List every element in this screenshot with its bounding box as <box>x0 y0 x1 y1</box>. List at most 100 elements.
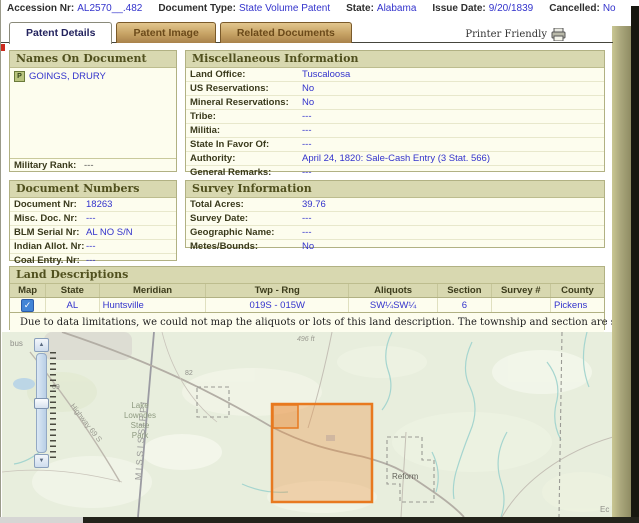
field-row: Survey Date: --- <box>186 212 604 226</box>
page-background-strip <box>612 26 631 517</box>
section-highlight[interactable] <box>272 404 299 429</box>
state-cell: AL <box>45 297 100 312</box>
field-value: No <box>302 83 315 94</box>
field-label: Total Acres: <box>190 199 244 210</box>
printer-icon <box>551 28 566 41</box>
tab-patent-image[interactable]: Patent Image <box>116 22 216 43</box>
state-value: Alabama <box>376 3 417 14</box>
patentee-row: P GOINGS, DRURY <box>10 68 176 85</box>
meridian-cell: Huntsville <box>99 297 207 312</box>
field-value: --- <box>302 213 312 224</box>
issuedate-field: Issue Date: 9/20/1839 <box>432 3 533 14</box>
col-section: Section <box>437 284 492 298</box>
field-row: US Reservations: No <box>186 82 604 96</box>
field-value: --- <box>86 241 96 252</box>
survey-cell <box>491 297 551 312</box>
land-table-header-row: Map State Meridian Twp - Rng Aliquots Se… <box>10 284 604 298</box>
map-canvas[interactable]: bus 496 ft 82 69 Highway 69 S Lake Lownd… <box>2 332 613 517</box>
field-value: AL NO S/N <box>86 227 133 238</box>
issuedate-label: Issue Date: <box>432 3 486 14</box>
col-twp-rng: Twp - Rng <box>205 284 350 298</box>
field-value: April 24, 1820: Sale-Cash Entry (3 Stat.… <box>302 153 490 164</box>
field-value: --- <box>302 167 312 178</box>
zoom-in-icon: ▲ <box>38 342 45 348</box>
cancelled-value: No <box>602 3 616 14</box>
field-label: US Reservations: <box>190 83 269 94</box>
page-content: Accession Nr: AL2570__.482 Document Type:… <box>0 0 639 517</box>
docnr-panel-title: Document Numbers <box>10 181 176 198</box>
field-value: --- <box>86 255 96 266</box>
field-row: Document Nr: 18263 <box>10 198 176 212</box>
field-value: --- <box>302 139 312 150</box>
patentee-name-link[interactable]: GOINGS, DRURY <box>29 71 106 82</box>
tab-related-documents[interactable]: Related Documents <box>219 22 352 43</box>
map-zoom-slider: ▲ ▼ <box>32 338 58 468</box>
col-state: State <box>45 284 100 298</box>
field-row: General Remarks: --- <box>186 166 604 179</box>
issuedate-value: 9/20/1839 <box>488 3 534 14</box>
printer-friendly[interactable]: Printer Friendly <box>465 28 566 41</box>
field-value: No <box>302 97 315 108</box>
window-edge-bottom-left <box>0 517 83 523</box>
zoom-slider-ticks <box>50 352 56 462</box>
survey-info-panel: Survey Information Total Acres: 39.76 Sur… <box>185 180 605 252</box>
record-header: Accession Nr: AL2570__.482 Document Type:… <box>7 3 616 14</box>
glo-patent-details-page: Accession Nr: AL2570__.482 Document Type:… <box>0 0 639 523</box>
map-checkbox[interactable]: ✓ <box>21 298 35 312</box>
field-label: Authority: <box>190 153 236 164</box>
field-label: Survey Date: <box>190 213 249 224</box>
doctype-value: State Volume Patent <box>238 3 331 14</box>
col-aliquots: Aliquots <box>348 284 439 298</box>
field-label: Document Nr: <box>14 199 77 210</box>
doctype-label: Document Type: <box>158 3 236 14</box>
col-survey: Survey # <box>491 284 551 298</box>
zoom-in-button[interactable]: ▲ <box>34 338 49 352</box>
basemap: bus 496 ft 82 69 Highway 69 S Lake Lownd… <box>2 332 613 517</box>
land-table-row: ✓ AL Huntsville 019S - 015W SW¼SW¼ 6 Pic… <box>10 297 604 312</box>
window-edge-bottom <box>83 517 639 523</box>
military-rank-label: Military Rank: <box>14 160 77 171</box>
doctype-field: Document Type: State Volume Patent <box>158 3 330 14</box>
field-label: Mineral Reservations: <box>190 97 289 108</box>
misc-panel-title: Miscellaneous Information <box>186 51 604 68</box>
field-row: Misc. Doc. Nr: --- <box>10 212 176 226</box>
zoom-out-icon: ▼ <box>38 458 45 464</box>
tab-patent-details[interactable]: Patent Details <box>9 22 113 44</box>
zoom-out-button[interactable]: ▼ <box>34 454 49 468</box>
names-panel-title: Names On Document <box>10 51 176 68</box>
field-row: Geographic Name: --- <box>186 226 604 240</box>
military-rank-value: --- <box>84 160 94 171</box>
field-label: Militia: <box>190 125 221 136</box>
aliquots-cell: SW¼SW¼ <box>348 297 439 312</box>
field-row: Land Office: Tuscaloosa <box>186 68 604 82</box>
zoom-slider-track[interactable] <box>34 353 49 453</box>
printer-friendly-label: Printer Friendly <box>465 29 547 40</box>
field-row: Metes/Bounds: No <box>186 240 604 253</box>
land-descriptions-table: Map State Meridian Twp - Rng Aliquots Se… <box>10 284 604 312</box>
field-value: --- <box>86 213 96 224</box>
survey-panel-title: Survey Information <box>186 181 604 198</box>
col-map: Map <box>10 284 47 298</box>
field-label: BLM Serial Nr: <box>14 227 80 238</box>
field-row: Mineral Reservations: No <box>186 96 604 110</box>
field-label: Indian Allot. Nr: <box>14 241 85 252</box>
county-cell: Pickens <box>553 299 588 311</box>
window-edge-right <box>631 6 639 523</box>
map-cell: ✓ <box>10 297 47 312</box>
field-label: Land Office: <box>190 69 246 80</box>
names-panel-body: P GOINGS, DRURY Military Rank: --- <box>10 68 176 172</box>
misc-info-panel: Miscellaneous Information Land Office: Tu… <box>185 50 605 178</box>
accession-value: AL2570__.482 <box>77 3 143 14</box>
field-label: Tribe: <box>190 111 216 122</box>
echola-partial-label: Ec <box>600 505 609 514</box>
elevation-label: 496 ft <box>297 336 316 343</box>
cancelled-field: Cancelled: No <box>549 3 615 14</box>
field-row: State In Favor Of: --- <box>186 138 604 152</box>
reform-label: Reform <box>392 472 419 481</box>
zoom-slider-handle[interactable] <box>34 398 49 409</box>
field-row: Authority: April 24, 1820: Sale-Cash Entr… <box>186 152 604 166</box>
map-limitation-warning: ! Due to data limitations, we could not … <box>10 312 639 332</box>
land-descriptions-panel: Land Descriptions Map State Meridian Twp… <box>9 266 639 332</box>
document-numbers-panel: Document Numbers Document Nr: 18263 Misc.… <box>9 180 177 266</box>
field-value: --- <box>302 125 312 136</box>
